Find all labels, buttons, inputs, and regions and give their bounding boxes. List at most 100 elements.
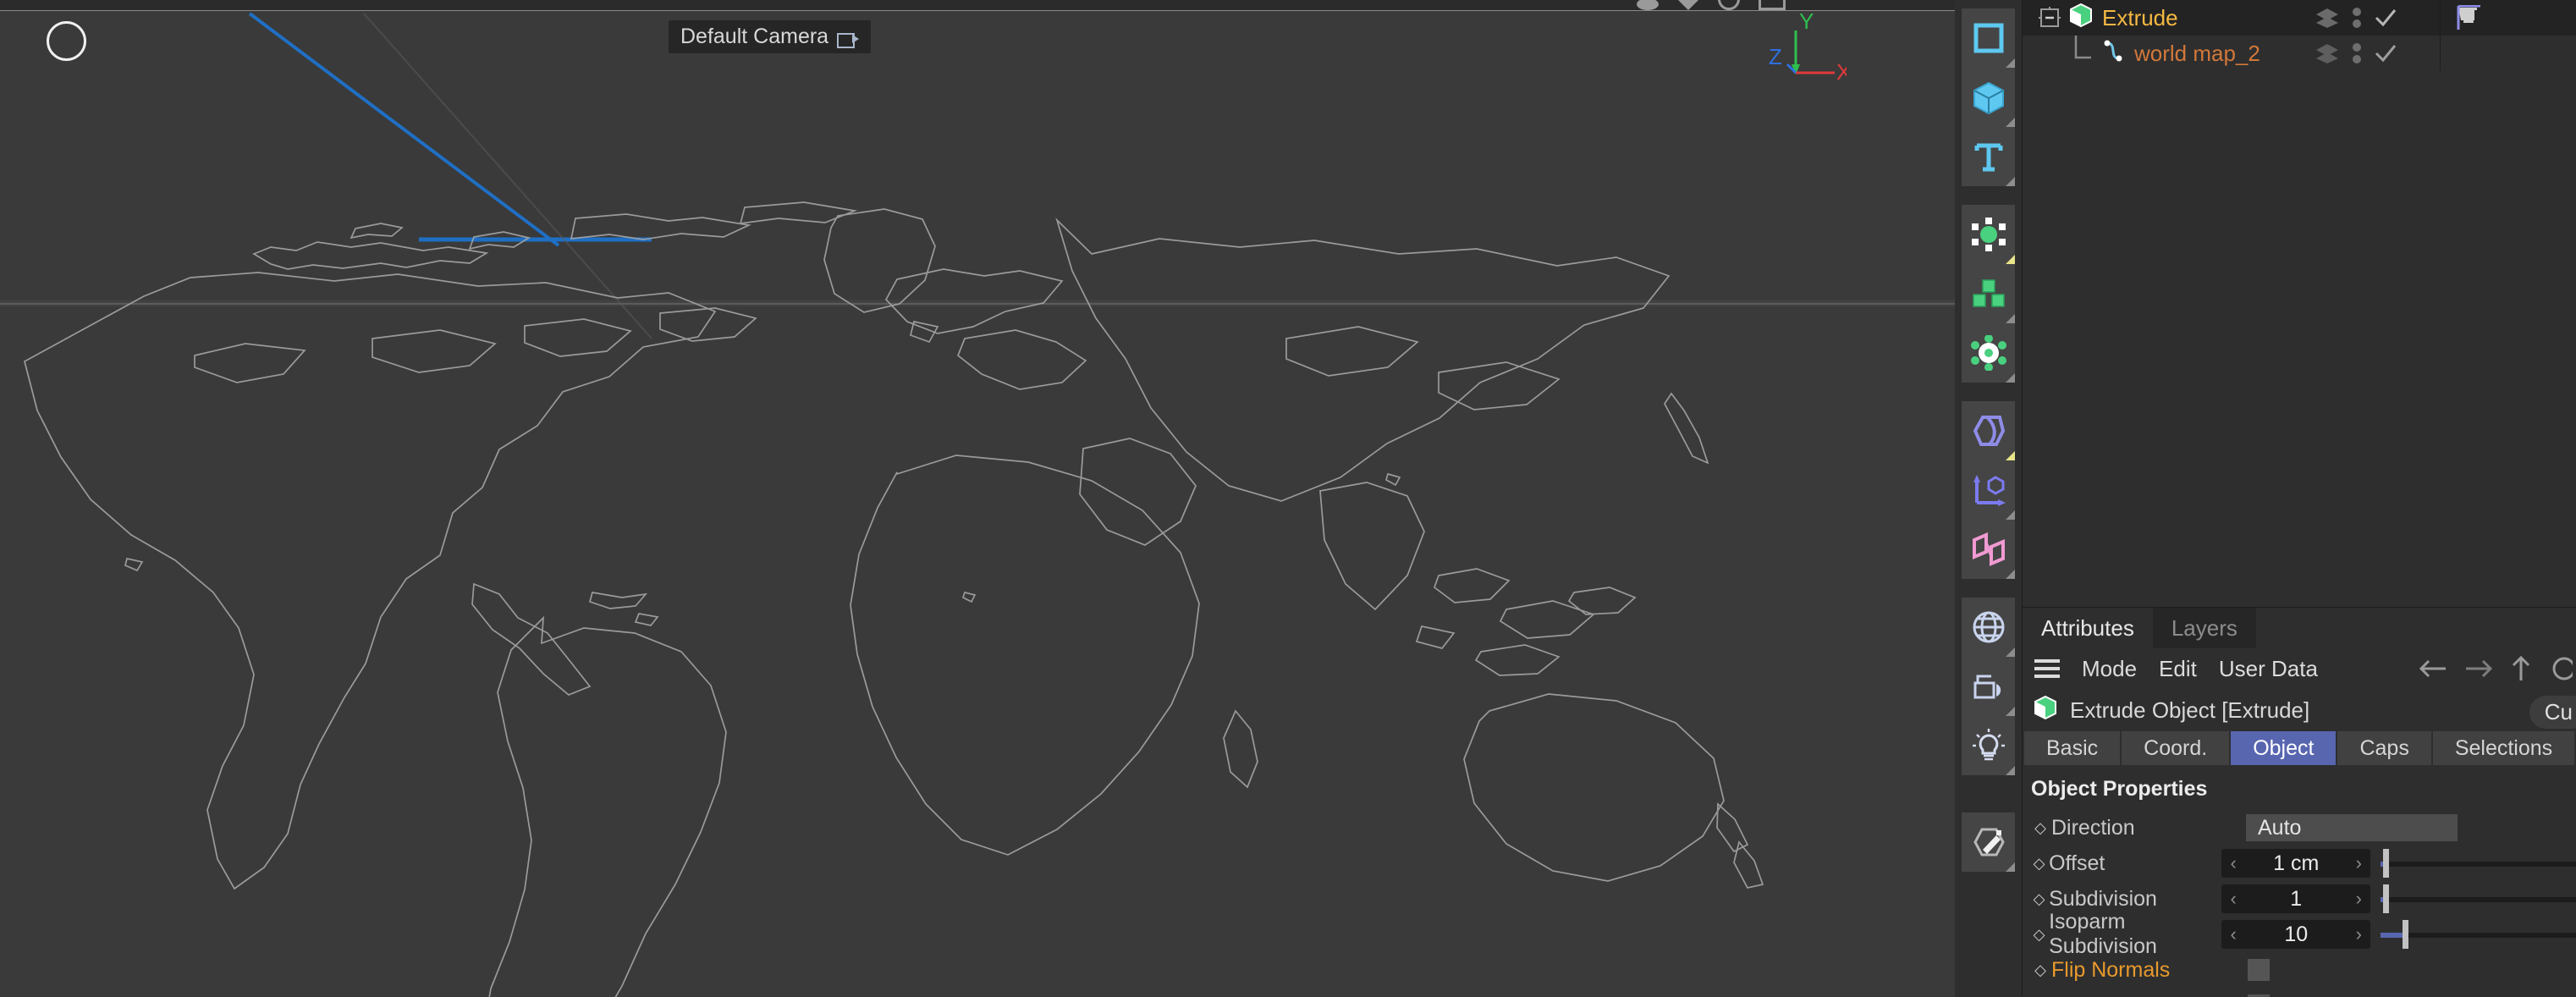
axis-z-label: Z <box>1769 44 1782 69</box>
tab-object[interactable]: Object <box>2231 731 2337 765</box>
keyframe-diamond-icon[interactable]: ◇ <box>2029 890 2049 908</box>
tab-coord[interactable]: Coord. <box>2122 731 2230 765</box>
menu-mode[interactable]: Mode <box>2082 656 2137 682</box>
tab-selections[interactable]: Selections <box>2432 731 2575 765</box>
slider-track <box>2380 933 2576 938</box>
text-tool-button[interactable] <box>1962 127 2015 186</box>
property-label-offset: Offset <box>2049 851 2105 875</box>
slider-knob[interactable] <box>2382 849 2389 878</box>
tab-attributes[interactable]: Attributes <box>2023 608 2153 648</box>
tab-caps[interactable]: Caps <box>2337 731 2431 765</box>
arrow-left-icon[interactable] <box>2417 657 2449 680</box>
property-tabs[interactable]: Basic Coord. Object Caps Selections <box>2023 731 2576 765</box>
keyframe-diamond-icon[interactable]: ◇ <box>2029 855 2049 873</box>
coordinate-tool-button[interactable] <box>1962 460 2015 520</box>
primitive-tool-button[interactable] <box>1962 68 2015 127</box>
camera-tool-button[interactable] <box>1962 657 2015 716</box>
slider-knob[interactable] <box>2402 920 2408 949</box>
check-icon[interactable] <box>2374 42 2397 64</box>
object-row-extrude[interactable]: Extrude <box>2023 0 2576 36</box>
object-row-world-map[interactable]: world map_2 <box>2023 36 2576 71</box>
square-outline-icon <box>1973 23 2003 53</box>
viewport[interactable]: Default Camera Y X Z <box>0 0 1955 997</box>
object-row-icons-extrude[interactable] <box>2315 0 2397 36</box>
attribute-title-text: Extrude Object [Extrude] <box>2070 697 2310 723</box>
isoparm-slider[interactable] <box>2380 920 2576 949</box>
expand-collapse-icon[interactable] <box>2031 7 2068 29</box>
object-row-icons-world-map[interactable] <box>2315 36 2397 71</box>
visibility-dots-icon[interactable] <box>2352 41 2362 65</box>
attribute-nav-icons[interactable] <box>2417 648 2573 689</box>
layers-icon[interactable] <box>2315 7 2340 29</box>
sculpt-tool-button[interactable] <box>1962 812 2015 872</box>
arrow-right-icon[interactable] <box>2463 657 2495 680</box>
subdivision-value: 1 <box>2290 886 2303 911</box>
increment-icon[interactable]: › <box>2356 923 2362 945</box>
keyframe-diamond-icon[interactable]: ◇ <box>2029 926 2049 944</box>
keyframe-diamond-icon[interactable]: ◇ <box>2029 819 2051 837</box>
hexagon-pencil-icon <box>1973 828 2005 857</box>
globe-icon <box>1973 611 2004 643</box>
object-name-extrude: Extrude <box>2102 4 2178 30</box>
arrow-up-icon[interactable] <box>2508 654 2534 683</box>
offset-slider[interactable] <box>2380 849 2576 878</box>
direction-dropdown[interactable]: Auto <box>2246 814 2458 841</box>
object-properties-heading: Object Properties <box>2031 777 2208 801</box>
generator-tool-button[interactable] <box>1962 264 2015 323</box>
property-label-flip-normals: Flip Normals <box>2051 957 2171 982</box>
attribute-tabs[interactable]: Attributes Layers <box>2023 608 2576 648</box>
axis-y-label: Y <box>1799 12 1814 34</box>
property-label-direction: Direction <box>2051 815 2135 840</box>
phong-tag-icon[interactable] <box>2456 4 2483 38</box>
bend-deformer-tool-button[interactable] <box>1962 401 2015 460</box>
object-manager[interactable]: Extrude world map_2 <box>2023 0 2576 608</box>
property-row-flip-normals[interactable]: ◇ Flip Normals <box>2023 952 2576 988</box>
decrement-icon[interactable]: ‹ <box>2230 923 2236 945</box>
subdivision-number-field[interactable]: ‹ 1 › <box>2221 884 2370 913</box>
slider-track <box>2380 862 2576 867</box>
tab-layers[interactable]: Layers <box>2152 608 2256 648</box>
visibility-dots-icon[interactable] <box>2352 6 2362 30</box>
scene-graphics <box>24 12 1764 997</box>
property-row-hierarchical[interactable]: ◇ Hierarchical <box>2023 988 2576 997</box>
hamburger-menu-icon[interactable] <box>2034 659 2060 678</box>
light-tool-button[interactable] <box>1962 716 2015 775</box>
environment-tool-button[interactable] <box>1962 598 2015 657</box>
keyframe-diamond-icon[interactable]: ◇ <box>2029 961 2051 979</box>
layers-icon[interactable] <box>2315 42 2340 64</box>
array-circle-icon <box>1971 218 2006 251</box>
slider-knob[interactable] <box>2382 884 2389 913</box>
check-icon[interactable] <box>2374 7 2397 29</box>
mograph-tool-button[interactable] <box>1962 323 2015 383</box>
array-generator-tool-button[interactable] <box>1962 205 2015 264</box>
attribute-menu-bar[interactable]: Mode Edit User Data <box>2023 648 2576 689</box>
gear-dots-icon <box>1970 335 2006 371</box>
property-row-offset[interactable]: ◇ Offset ‹ 1 cm › <box>2023 846 2576 881</box>
menu-edit[interactable]: Edit <box>2159 656 2197 682</box>
offset-number-field[interactable]: ‹ 1 cm › <box>2221 849 2370 878</box>
decrement-icon[interactable]: ‹ <box>2230 888 2236 910</box>
menu-user-data[interactable]: User Data <box>2219 656 2318 682</box>
subdivision-slider[interactable] <box>2380 884 2576 913</box>
increment-icon[interactable]: › <box>2356 888 2362 910</box>
world-map-wireframe <box>24 201 1764 997</box>
property-row-direction[interactable]: ◇ Direction Auto <box>2023 810 2576 846</box>
isoparm-number-field[interactable]: ‹ 10 › <box>2221 920 2370 949</box>
tool-rail[interactable] <box>1955 0 2023 997</box>
object-manager-divider <box>2440 0 2441 36</box>
cinema4d-window: Default Camera Y X Z Extrude world map_2… <box>0 0 2576 997</box>
property-row-isoparm-subdivision[interactable]: ◇ Isoparm Subdivision ‹ 10 › <box>2023 910 2576 958</box>
symmetry-tool-button[interactable] <box>1962 520 2015 579</box>
bend-icon <box>1973 416 2005 446</box>
tree-branch-icon <box>2063 36 2100 71</box>
tab-basic[interactable]: Basic <box>2024 731 2121 765</box>
slider-fill <box>2380 933 2403 938</box>
increment-icon[interactable]: › <box>2356 852 2362 874</box>
decrement-icon[interactable]: ‹ <box>2230 852 2236 874</box>
attribute-manager[interactable]: Attributes Layers Mode Edit User Data Ex… <box>2023 608 2576 997</box>
spline-tool-button[interactable] <box>1962 8 2015 68</box>
camera-icon <box>1973 675 2001 699</box>
flip-normals-checkbox[interactable] <box>2248 959 2270 981</box>
custom-preset-button[interactable]: Cu <box>2529 696 2576 729</box>
circle-icon[interactable] <box>2547 655 2573 682</box>
